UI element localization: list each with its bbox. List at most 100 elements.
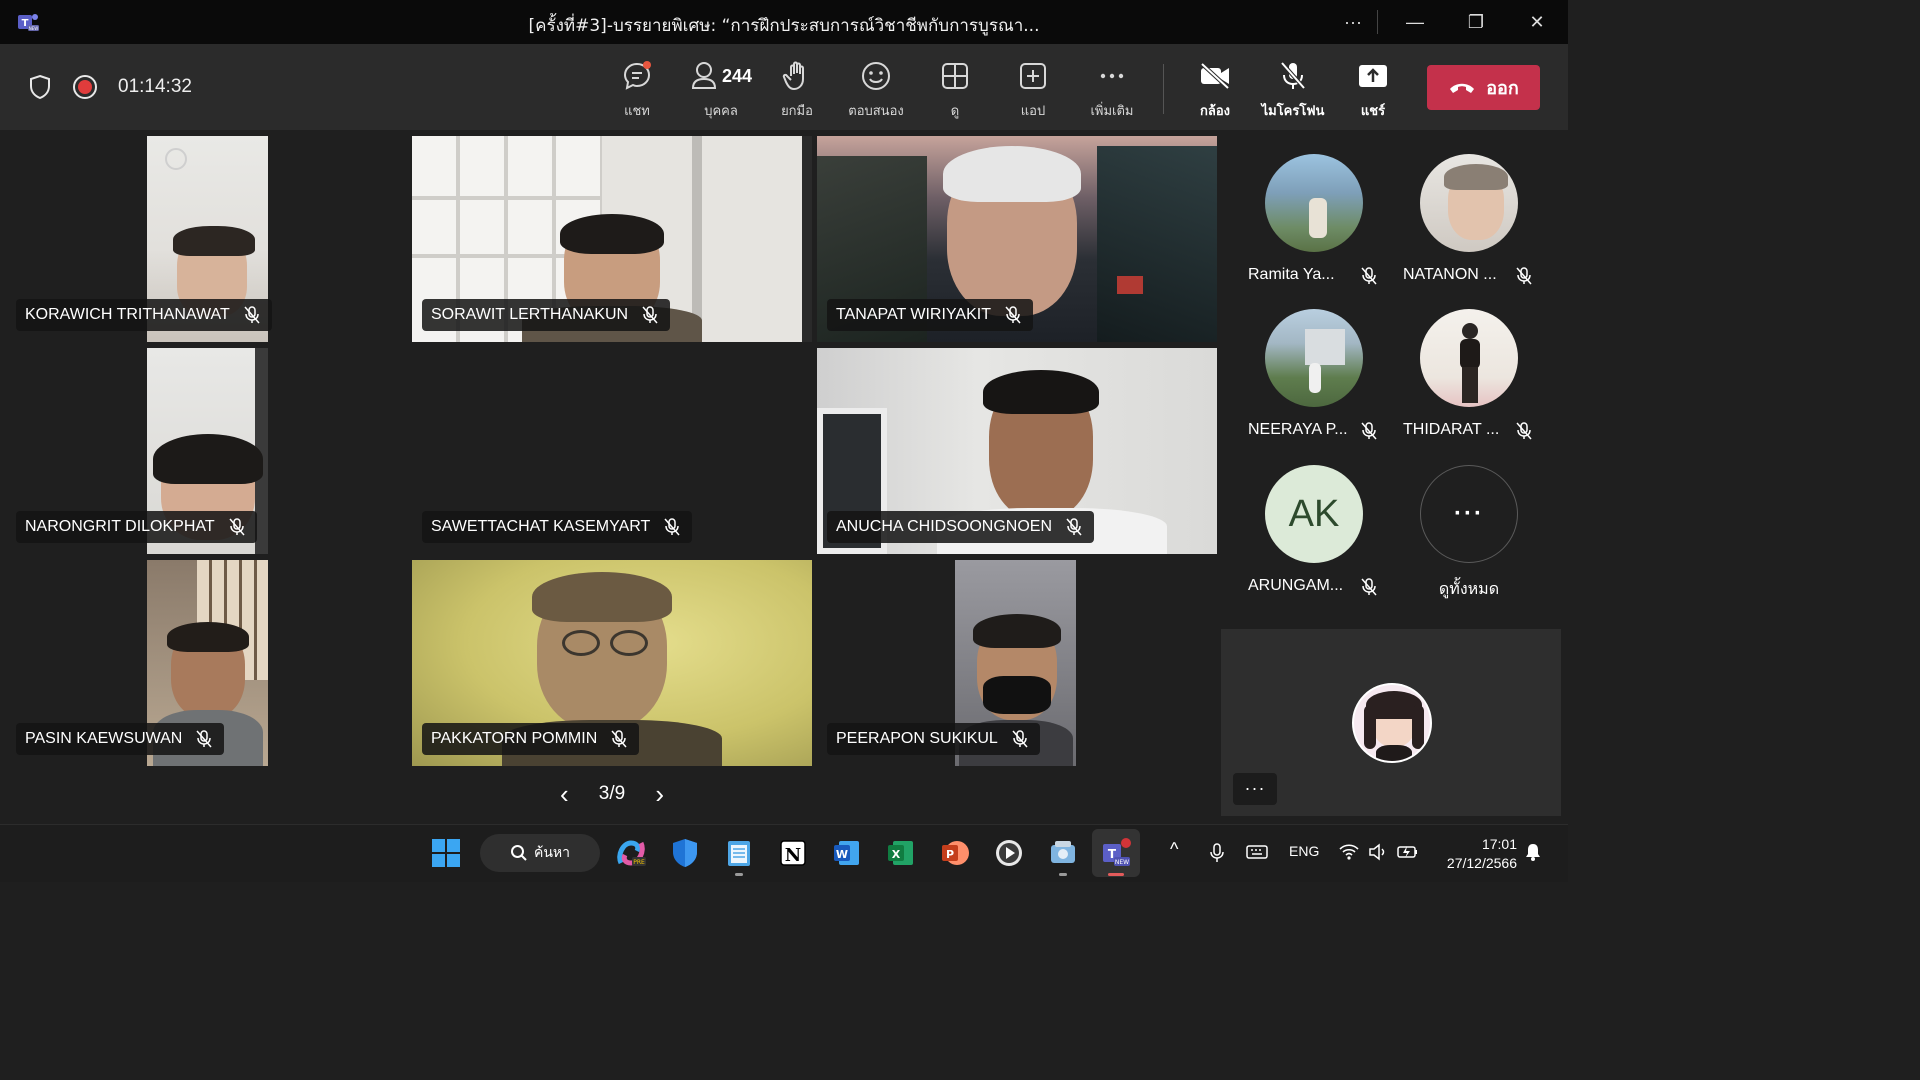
previous-page-button[interactable]: ‹: [560, 779, 569, 810]
meeting-timer: 01:14:32: [118, 76, 192, 97]
teams-taskbar-button[interactable]: T NEW: [1092, 829, 1140, 877]
muted-mic-icon: [611, 730, 627, 748]
media-player-icon[interactable]: [993, 837, 1025, 869]
muted-mic-icon: [1361, 267, 1377, 285]
keyboard-icon[interactable]: [1246, 843, 1268, 861]
active-indicator: [1108, 873, 1124, 876]
title-bar: T NEW [ครั้งที่#3]-บรรยายพิเศษ: “การฝึกป…: [0, 0, 1568, 44]
muted-mic-icon: [196, 730, 212, 748]
page-navigator: ‹ 3/9 ›: [560, 779, 664, 809]
roster-participant[interactable]: THIDARAT ...: [1394, 309, 1544, 440]
photos-icon[interactable]: [1047, 837, 1079, 869]
participant-name: KORAWICH TRITHANAWAT: [25, 306, 230, 323]
participant-name: PAKKATORN POMMIN: [431, 730, 598, 747]
participant-tile[interactable]: NARONGRIT DILOKPHAT: [6, 348, 406, 554]
share-label: แชร์: [1360, 104, 1386, 119]
camera-button[interactable]: กล้อง: [1179, 58, 1251, 121]
minimize-button[interactable]: —: [1395, 8, 1435, 36]
self-view: ···: [1221, 629, 1561, 816]
excel-icon[interactable]: X: [885, 837, 917, 869]
mic-label: ไมโครโฟน: [1261, 104, 1325, 119]
muted-mic-icon: [1516, 267, 1532, 285]
view-all-button[interactable]: ··· ดูทั้งหมด: [1394, 465, 1544, 598]
roster-name: ARUNGAM...: [1248, 577, 1344, 594]
shield-icon[interactable]: [28, 74, 52, 100]
muted-mic-icon: [1066, 518, 1082, 536]
chat-button[interactable]: แชท: [601, 58, 673, 121]
raise-hand-button[interactable]: ยกมือ: [761, 58, 833, 121]
roster-participant[interactable]: NATANON ...: [1394, 154, 1544, 285]
people-button[interactable]: 244 บุคคล: [681, 58, 761, 121]
apps-button[interactable]: แอป: [997, 58, 1069, 121]
next-page-button[interactable]: ›: [655, 779, 664, 810]
camera-label: กล้อง: [1200, 104, 1230, 119]
mic-button[interactable]: ไมโครโฟน: [1257, 58, 1329, 121]
show-hidden-icons-button[interactable]: ^: [1170, 839, 1178, 860]
participant-name: PASIN KAEWSUWAN: [25, 730, 183, 747]
name-tag: PAKKATORN POMMIN: [422, 723, 640, 755]
clock-date: 27/12/2566: [1446, 855, 1517, 871]
roster-participant[interactable]: NEERAYA P...: [1239, 309, 1389, 440]
windows-start-icon[interactable]: [430, 837, 462, 869]
roster-participant[interactable]: Ramita Ya...: [1239, 154, 1389, 285]
powerpoint-icon[interactable]: P: [939, 837, 971, 869]
meeting-status: 01:14:32: [28, 74, 192, 100]
taskbar-search[interactable]: ค้นหา: [480, 834, 600, 872]
word-icon[interactable]: W: [831, 837, 863, 869]
hang-up-icon: [1450, 83, 1475, 93]
self-avatar: [1352, 683, 1432, 763]
muted-mic-icon: [642, 306, 658, 324]
name-tag: PASIN KAEWSUWAN: [16, 723, 225, 755]
share-button[interactable]: แชร์: [1337, 58, 1409, 121]
notification-bell-icon[interactable]: [1524, 842, 1542, 862]
share-icon: [1359, 65, 1387, 87]
volume-icon[interactable]: [1368, 843, 1388, 861]
view-button[interactable]: ดู: [919, 58, 991, 121]
close-button[interactable]: ✕: [1517, 8, 1557, 36]
participant-tile[interactable]: PASIN KAEWSUWAN: [6, 560, 406, 766]
self-view-more-button[interactable]: ···: [1233, 773, 1277, 805]
avatar: [1420, 154, 1518, 252]
wifi-icon[interactable]: [1339, 843, 1359, 861]
react-button[interactable]: ตอบสนอง: [840, 58, 912, 121]
name-tag: NARONGRIT DILOKPHAT: [16, 511, 257, 543]
muted-mic-icon: [1361, 422, 1377, 440]
microphone-icon[interactable]: [1208, 843, 1226, 863]
emoji-icon: [862, 62, 890, 90]
more-icon: [1100, 73, 1124, 79]
participant-name: PEERAPON SUKIKUL: [836, 730, 998, 747]
name-tag: SAWETTACHAT KASEMYART: [422, 511, 693, 543]
chat-icon: [623, 61, 651, 90]
restore-button[interactable]: ❐: [1456, 8, 1496, 36]
toolbar-divider: [1163, 64, 1164, 114]
participant-tile[interactable]: TANAPAT WIRIYAKIT: [817, 136, 1217, 342]
svg-text:P: P: [946, 848, 954, 861]
people-label: บุคคล: [704, 104, 738, 119]
participant-tile[interactable]: ANUCHA CHIDSOONGNOEN: [817, 348, 1217, 554]
participant-name: SAWETTACHAT KASEMYART: [431, 518, 651, 535]
participant-tile[interactable]: PAKKATORN POMMIN: [412, 560, 812, 766]
svg-text:N: N: [785, 845, 801, 866]
meeting-toolbar: 01:14:32 แชท 244 บุคคล ยกมือ ตอบสนอง ดู …: [0, 44, 1568, 130]
participant-tile[interactable]: PEERAPON SUKIKUL: [817, 560, 1217, 766]
more-options-button[interactable]: ···: [1333, 8, 1373, 36]
raise-hand-icon: [782, 61, 804, 90]
raise-hand-label: ยกมือ: [781, 104, 813, 119]
participant-tile[interactable]: SAWETTACHAT KASEMYART: [412, 348, 812, 554]
svg-text:W: W: [836, 848, 848, 861]
more-actions-button[interactable]: เพิ่มเติม: [1076, 58, 1148, 121]
battery-icon[interactable]: [1397, 843, 1419, 861]
taskbar-clock[interactable]: 17:01 27/12/2566: [1437, 835, 1517, 873]
leave-button[interactable]: ออก: [1427, 65, 1540, 110]
participant-tile[interactable]: KORAWICH TRITHANAWAT: [6, 136, 406, 342]
defender-shield-icon[interactable]: [669, 837, 701, 869]
camera-off-icon: [1200, 62, 1230, 90]
participant-tile[interactable]: SORAWIT LERTHANAKUN: [412, 136, 812, 342]
roster-participant[interactable]: AK ARUNGAM...: [1239, 465, 1389, 596]
avatar: [1265, 154, 1363, 252]
input-language[interactable]: ENG: [1289, 843, 1319, 859]
notepad-icon[interactable]: [723, 837, 755, 869]
add-app-icon: [1020, 63, 1046, 89]
copilot-icon[interactable]: PRE: [615, 837, 647, 869]
notion-icon[interactable]: N: [777, 837, 809, 869]
